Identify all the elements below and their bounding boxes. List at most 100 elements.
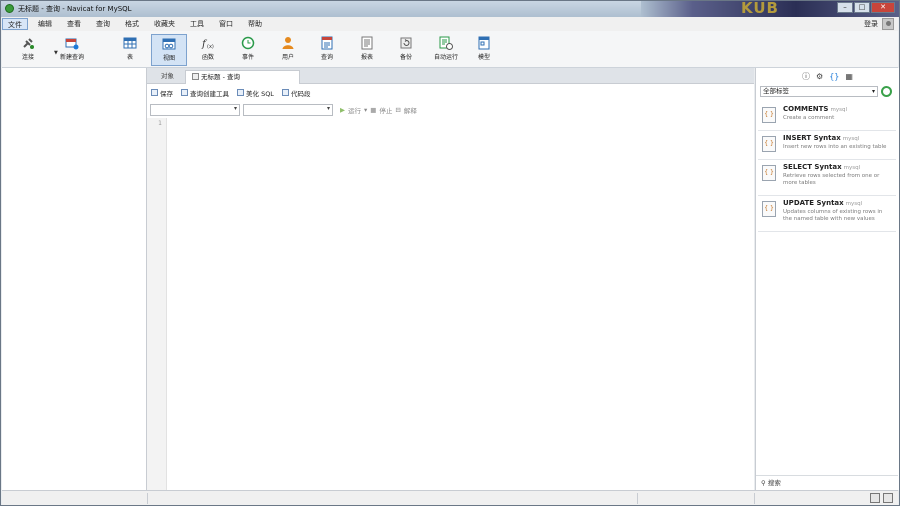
status-bar [2, 490, 898, 505]
snippet-item[interactable]: { } INSERT Syntax mysql Insert new rows i… [758, 131, 896, 160]
tag-filter-select[interactable]: 全部标签 [760, 86, 878, 97]
save-icon [151, 89, 158, 96]
snippet-desc: Retrieve rows selected from one or more … [783, 173, 880, 186]
chevron-down-icon[interactable]: ▾ [364, 106, 367, 114]
snippet-item[interactable]: { } COMMENTS mysql Create a comment [758, 102, 896, 131]
snippet-item[interactable]: { } SELECT Syntax mysql Retrieve rows sel… [758, 160, 896, 196]
schedule-icon [439, 36, 453, 50]
list-view-button[interactable] [870, 493, 880, 503]
view-icon [162, 38, 176, 50]
menu-file[interactable]: 文件 [2, 18, 28, 30]
avatar [882, 18, 894, 30]
add-snippet-icon[interactable] [881, 86, 892, 97]
snippet-title: INSERT Syntax [783, 134, 841, 142]
tab-query[interactable]: 无标题 - 查询 [185, 70, 300, 84]
menu-help[interactable]: 帮助 [243, 18, 267, 30]
report-icon [361, 36, 373, 50]
toolbar-event-button[interactable]: 事件 [230, 34, 266, 66]
toolbar-view-button[interactable]: 视图 [151, 34, 187, 66]
toolbar-label: 新建查询 [59, 54, 84, 61]
toolbar-label: 视图 [162, 55, 175, 62]
navicat-app-icon [5, 4, 14, 13]
toolbar-query-button[interactable]: 查询 [309, 34, 345, 66]
snippet-title: SELECT Syntax [783, 163, 842, 171]
backup-icon [400, 37, 412, 49]
svg-text:(x): (x) [207, 44, 214, 50]
menu-bar: 文件 编辑 查看 查询 格式 收藏夹 工具 窗口 帮助 登录 [2, 17, 898, 31]
snippet-tag: mysql [830, 107, 847, 113]
toolbar-label: 函数 [201, 54, 214, 61]
builder-label: 查询创建工具 [190, 89, 229, 98]
minimize-button[interactable]: – [837, 2, 853, 13]
snippet-tag: mysql [843, 165, 861, 171]
snippet-file-icon: { } [762, 201, 776, 217]
close-button[interactable]: ✕ [871, 2, 895, 13]
stop-icon: ■ [370, 106, 377, 114]
menu-view[interactable]: 查看 [62, 18, 86, 30]
login-label: 登录 [864, 20, 878, 28]
tab-query-label: 无标题 - 查询 [201, 73, 240, 81]
gear-icon[interactable]: ⚙ [816, 72, 823, 81]
status-divider [754, 493, 755, 504]
toolbar-schedule-button[interactable]: 自动运行 [428, 34, 464, 66]
snippet-desc: Create a comment [783, 115, 835, 121]
window-controls: – □ ✕ [837, 2, 895, 13]
user-icon [282, 37, 294, 49]
menu-edit[interactable]: 编辑 [33, 18, 57, 30]
menu-format[interactable]: 格式 [120, 18, 144, 30]
toolbar-connection-button[interactable]: 连接 ▼ [10, 34, 58, 66]
grid-icon[interactable]: ▦ [845, 72, 853, 81]
query-workspace: 对象 无标题 - 查询 保存 查询创建工具 美化 SQL 代码段 ▶ 运行 ▾ … [147, 68, 754, 490]
run-button[interactable]: 运行 [348, 105, 361, 115]
save-label: 保存 [160, 89, 173, 98]
query-builder-button[interactable]: 查询创建工具 [181, 88, 229, 98]
toolbar-label: 查询 [320, 54, 333, 61]
menu-query[interactable]: 查询 [91, 18, 115, 30]
explain-button[interactable]: 解释 [404, 105, 417, 115]
clock-icon [241, 36, 255, 50]
explain-icon: ⊟ [395, 106, 401, 114]
info-icon[interactable]: ⓘ [802, 71, 810, 82]
title-bar: 无标题 - 查询 - Navicat for MySQL KUB – □ ✕ [1, 1, 899, 17]
snippet-file-icon: { } [762, 136, 776, 152]
panel-tabs: ⓘ ⚙ {} ▦ [756, 68, 899, 84]
status-divider [637, 493, 638, 504]
status-divider [147, 493, 148, 504]
stop-button[interactable]: 停止 [379, 105, 392, 115]
tab-objects[interactable]: 对象 [155, 70, 189, 84]
beautify-icon [237, 89, 244, 96]
beautify-sql-button[interactable]: 美化 SQL [237, 88, 274, 98]
code-snippet-button[interactable]: 代码段 [281, 88, 310, 98]
play-icon: ▶ [340, 106, 345, 114]
database-select[interactable] [243, 104, 333, 116]
menu-tools[interactable]: 工具 [185, 18, 209, 30]
sql-editor[interactable]: 1 [147, 118, 754, 490]
maximize-button[interactable]: □ [854, 2, 870, 13]
save-button[interactable]: 保存 [151, 88, 173, 98]
snippet-item[interactable]: { } UPDATE Syntax mysql Updates columns o… [758, 196, 896, 232]
menu-window[interactable]: 窗口 [214, 18, 238, 30]
toolbar-function-button[interactable]: f (x) 函数 [190, 34, 226, 66]
user-login[interactable]: 登录 [864, 18, 894, 30]
detail-view-button[interactable] [883, 493, 893, 503]
run-bar: ▶ 运行 ▾ ■ 停止 ⊟ 解释 [147, 102, 754, 118]
toolbar-label: 事件 [241, 54, 254, 61]
snippet-panel: ⓘ ⚙ {} ▦ 全部标签 { } COMMENTSmysql Create a… [755, 68, 899, 490]
table-icon [123, 37, 137, 49]
toolbar-backup-button[interactable]: 备份 [388, 34, 424, 66]
code-snippet-icon[interactable]: {} [829, 72, 839, 81]
toolbar-user-button[interactable]: 用户 [270, 34, 306, 66]
search-icon: ⚲ [761, 479, 766, 487]
connection-tree-panel[interactable] [2, 68, 147, 490]
menu-favorites[interactable]: 收藏夹 [149, 18, 180, 30]
query-icon [321, 36, 333, 50]
connection-select[interactable] [150, 104, 240, 116]
snippet-search[interactable]: ⚲ 搜索 [756, 475, 898, 490]
toolbar-label: 用户 [281, 54, 294, 61]
query-tab-icon [192, 73, 199, 80]
toolbar-report-button[interactable]: 报表 [349, 34, 385, 66]
toolbar-model-button[interactable]: 模型 [466, 34, 502, 66]
tab-bar: 对象 无标题 - 查询 [147, 68, 754, 84]
toolbar-new-query-button[interactable]: 新建查询 [54, 34, 90, 66]
toolbar-table-button[interactable]: 表 [112, 34, 148, 66]
